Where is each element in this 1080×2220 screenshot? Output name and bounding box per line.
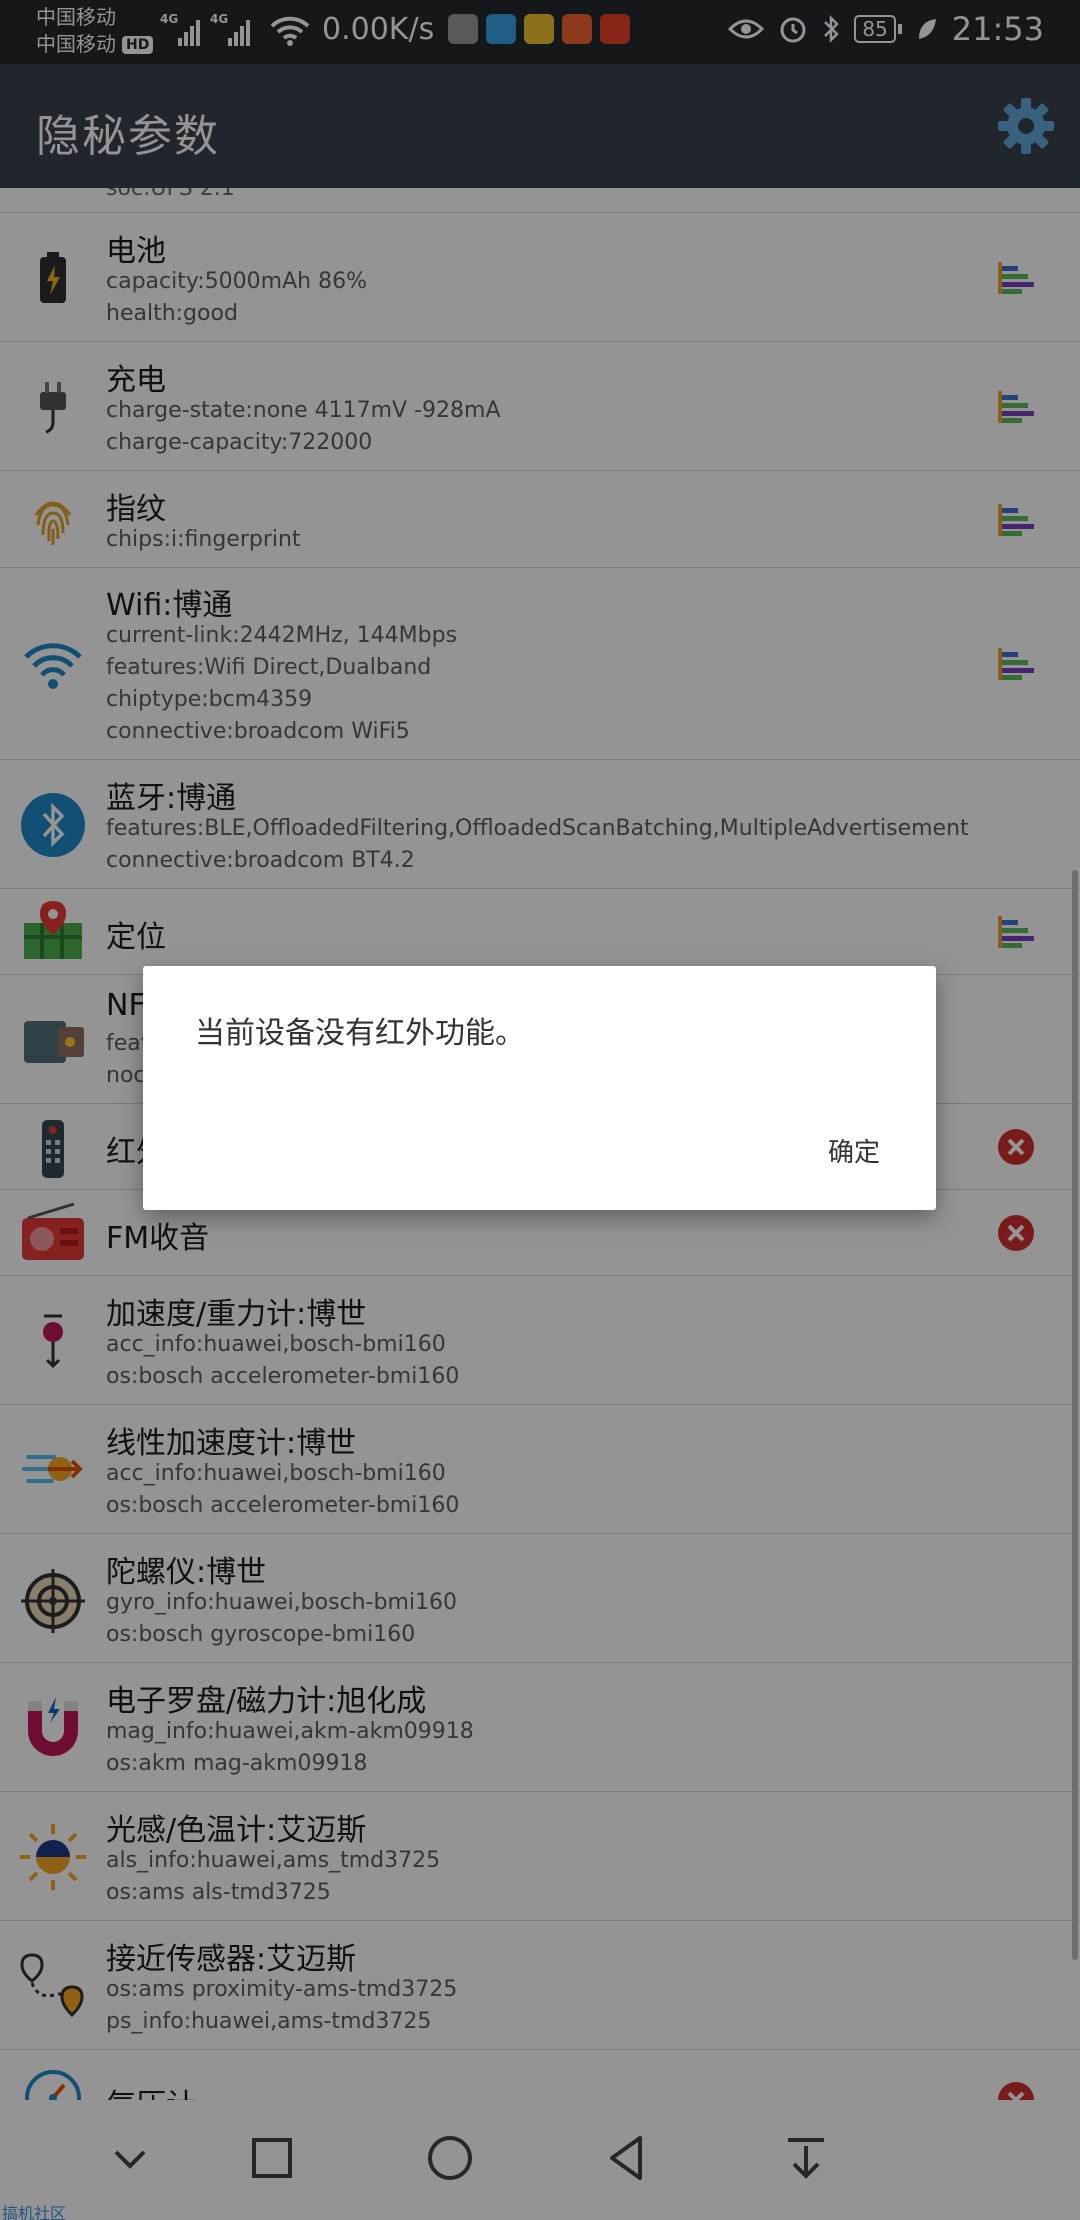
- dialog-message: 当前设备没有红外功能。: [195, 1016, 525, 1051]
- alert-dialog: 当前设备没有红外功能。 确定: [143, 966, 936, 1210]
- dialog-ok-button[interactable]: 确定: [824, 1126, 884, 1175]
